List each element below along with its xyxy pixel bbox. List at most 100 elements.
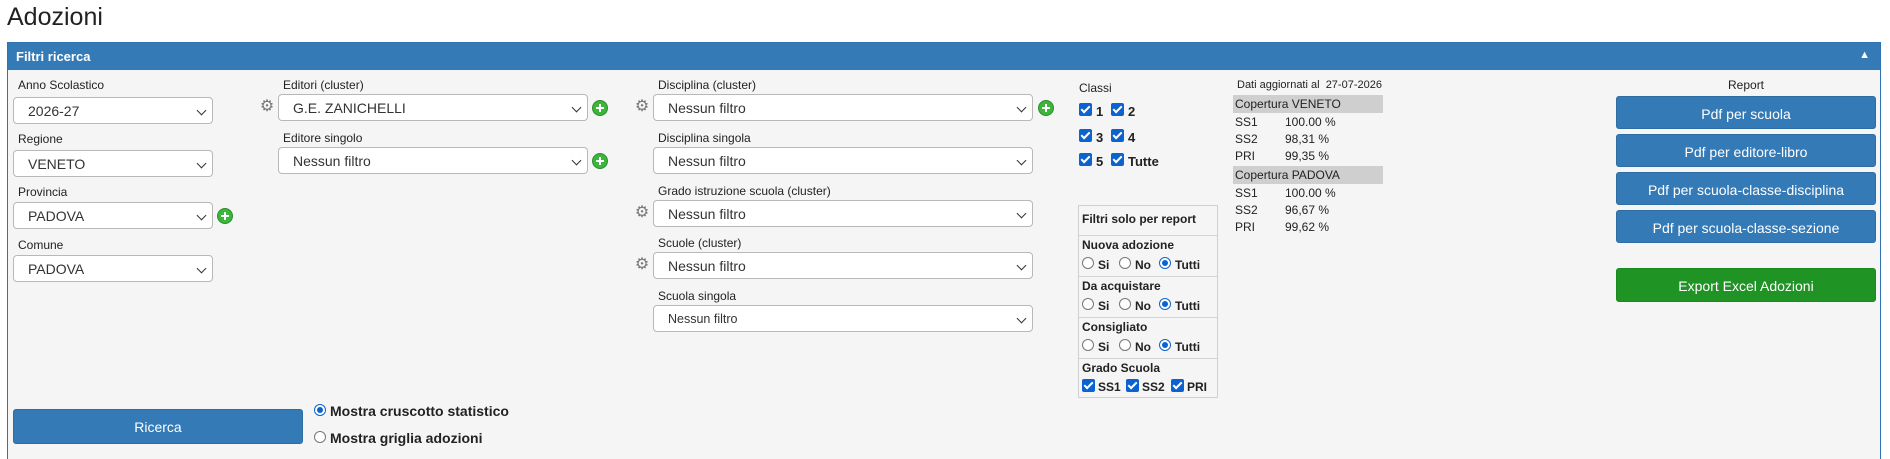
grado-pri-label: PRI: [1187, 380, 1208, 394]
grado-ss2-label: SS2: [1142, 380, 1165, 394]
da-acquistare-si-radio[interactable]: [1082, 298, 1094, 310]
scuola-singola-select[interactable]: Nessun filtro: [653, 305, 1033, 332]
consigliato-si-radio[interactable]: [1082, 339, 1094, 351]
chevron-down-icon: [1016, 102, 1027, 113]
veneto-ss2-value: 98,31 %: [1285, 132, 1330, 146]
consigliato-label: Consigliato: [1082, 320, 1148, 334]
nuova-adozione-tutti-label: Tutti: [1175, 258, 1201, 272]
comune-label: Comune: [18, 238, 64, 252]
da-acquistare-label: Da acquistare: [1082, 279, 1161, 293]
disciplina-cluster-value: Nessun filtro: [668, 100, 746, 116]
veneto-pri-key: PRI: [1235, 149, 1256, 163]
classe-5-checkbox[interactable]: [1079, 153, 1092, 166]
veneto-ss1-value: 100.00 %: [1285, 115, 1336, 129]
disciplina-cluster-select[interactable]: Nessun filtro: [653, 94, 1033, 121]
padova-pri-key: PRI: [1235, 220, 1256, 234]
disciplina-singola-label: Disciplina singola: [658, 131, 751, 145]
consigliato-no-radio[interactable]: [1119, 339, 1131, 351]
padova-ss1-key: SS1: [1235, 186, 1258, 200]
add-editori-icon[interactable]: [592, 100, 608, 116]
gear-icon[interactable]: ⚙: [634, 257, 650, 273]
regione-label: Regione: [18, 132, 63, 146]
grado-pri-checkbox[interactable]: [1171, 379, 1184, 392]
divider: [1079, 276, 1217, 277]
grado-value: Nessun filtro: [668, 206, 746, 222]
classe-4-checkbox[interactable]: [1111, 129, 1124, 142]
panel-title: Filtri ricerca: [16, 49, 91, 64]
mostra-cruscotto-label: Mostra cruscotto statistico: [330, 403, 509, 419]
updated-date: 27-07-2026: [1325, 79, 1382, 91]
nuova-adozione-label: Nuova adozione: [1082, 238, 1175, 252]
divider: [1079, 358, 1217, 359]
scuole-label: Scuole (cluster): [658, 236, 742, 250]
add-provincia-icon[interactable]: [217, 208, 233, 224]
padova-ss2-value: 96,67 %: [1285, 203, 1330, 217]
editore-singolo-select[interactable]: Nessun filtro: [278, 147, 588, 174]
editori-select[interactable]: G.E. ZANICHELLI: [278, 94, 588, 121]
chevron-down-icon: [196, 158, 207, 169]
mostra-cruscotto-radio[interactable]: [314, 404, 326, 416]
da-acquistare-tutti-label: Tutti: [1175, 299, 1201, 313]
ricerca-button[interactable]: Ricerca: [13, 409, 303, 444]
export-excel-button[interactable]: Export Excel Adozioni: [1616, 268, 1876, 302]
chevron-down-icon: [571, 155, 582, 166]
da-acquistare-tutti-radio[interactable]: [1159, 298, 1171, 310]
gear-icon[interactable]: ⚙: [259, 99, 275, 115]
gear-icon[interactable]: ⚙: [634, 99, 650, 115]
grado-scuola-label: Grado Scuola: [1082, 361, 1161, 375]
mostra-griglia-radio[interactable]: [314, 431, 326, 443]
padova-ss2-key: SS2: [1235, 203, 1258, 217]
gear-icon[interactable]: ⚙: [634, 205, 650, 221]
provincia-select[interactable]: PADOVA: [13, 202, 213, 229]
disciplina-singola-select[interactable]: Nessun filtro: [653, 147, 1033, 174]
triangle-up-icon[interactable]: ▲: [1859, 49, 1870, 61]
classe-1-checkbox[interactable]: [1079, 103, 1092, 116]
comune-value: PADOVA: [28, 261, 85, 277]
editori-label: Editori (cluster): [283, 78, 364, 92]
chevron-down-icon: [196, 105, 207, 116]
nuova-adozione-si-label: Si: [1098, 258, 1110, 272]
veneto-ss2-key: SS2: [1235, 132, 1258, 146]
classe-2-checkbox[interactable]: [1111, 103, 1124, 116]
grado-ss2-checkbox[interactable]: [1126, 379, 1139, 392]
classe-tutte-label: Tutte: [1128, 154, 1159, 169]
veneto-ss1-key: SS1: [1235, 115, 1258, 129]
editore-singolo-value: Nessun filtro: [293, 153, 371, 169]
pdf-editore-button[interactable]: Pdf per editore-libro: [1616, 134, 1876, 167]
nuova-adozione-no-radio[interactable]: [1119, 257, 1131, 269]
da-acquistare-no-label: No: [1135, 299, 1151, 313]
pdf-sezione-button[interactable]: Pdf per scuola-classe-sezione: [1616, 210, 1876, 243]
mostra-griglia-label: Mostra griglia adozioni: [330, 430, 483, 446]
anno-select[interactable]: 2026-27: [13, 97, 213, 124]
padova-ss1-value: 100.00 %: [1285, 186, 1336, 200]
chevron-down-icon: [1016, 260, 1027, 271]
comune-select[interactable]: PADOVA: [13, 255, 213, 282]
add-disciplina-icon[interactable]: [1038, 100, 1054, 116]
classe-5-label: 5: [1096, 154, 1104, 169]
da-acquistare-si-label: Si: [1098, 299, 1110, 313]
add-editore-icon[interactable]: [592, 153, 608, 169]
grado-select[interactable]: Nessun filtro: [653, 200, 1033, 227]
classe-1-label: 1: [1096, 104, 1104, 119]
classe-3-checkbox[interactable]: [1079, 129, 1092, 142]
da-acquistare-no-radio[interactable]: [1119, 298, 1131, 310]
consigliato-tutti-radio[interactable]: [1159, 339, 1171, 351]
regione-select[interactable]: VENETO: [13, 150, 213, 177]
chevron-down-icon: [196, 263, 207, 274]
nuova-adozione-si-radio[interactable]: [1082, 257, 1094, 269]
classe-3-label: 3: [1096, 130, 1104, 145]
pdf-scuola-button[interactable]: Pdf per scuola: [1616, 96, 1876, 129]
report-title: Report: [1728, 78, 1765, 92]
grado-ss1-checkbox[interactable]: [1082, 379, 1095, 392]
classe-tutte-checkbox[interactable]: [1111, 153, 1124, 166]
copertura-padova-header: Copertura PADOVA: [1233, 166, 1383, 184]
regione-value: VENETO: [28, 156, 86, 172]
nuova-adozione-tutti-radio[interactable]: [1159, 257, 1171, 269]
chevron-down-icon: [196, 210, 207, 221]
veneto-pri-value: 99,35 %: [1285, 149, 1330, 163]
scuola-singola-value: Nessun filtro: [668, 312, 738, 326]
pdf-disciplina-button[interactable]: Pdf per scuola-classe-disciplina: [1616, 172, 1876, 205]
panel-header[interactable]: Filtri ricerca ▲: [8, 43, 1880, 70]
chevron-down-icon: [571, 102, 582, 113]
scuole-select[interactable]: Nessun filtro: [653, 252, 1033, 279]
